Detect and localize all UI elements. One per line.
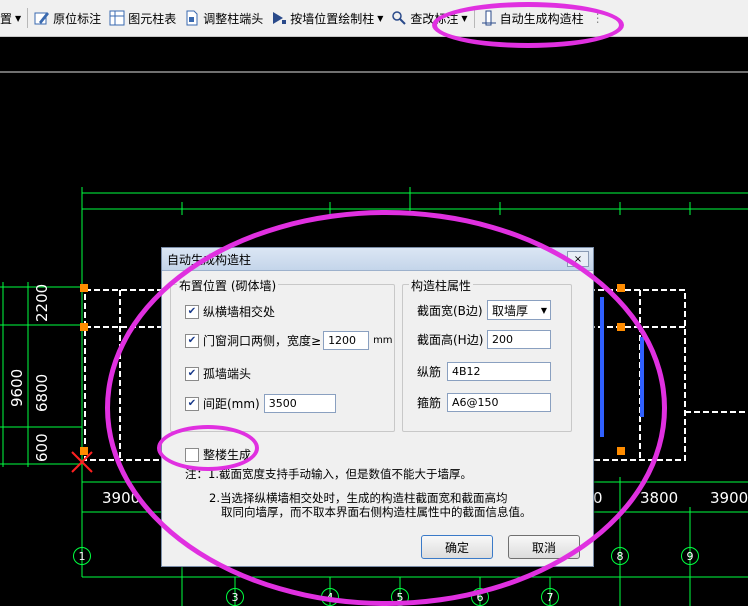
left-dim: 2200 bbox=[33, 283, 51, 322]
toolbar: 置 ▼ 原位标注 图元柱表 调整柱端头 按墙位置绘制柱 ▼ 查改标注 ▼ 自动生… bbox=[0, 0, 748, 37]
toolbar-item-label: 按墙位置绘制柱 bbox=[290, 11, 375, 26]
highlight-ellipse-dialog bbox=[105, 210, 667, 606]
left-dim: 600 bbox=[33, 433, 51, 462]
search-edit-icon bbox=[392, 11, 407, 25]
toolbar-item-adjust-column-end[interactable]: 调整柱端头 bbox=[180, 5, 267, 31]
toolbar-item-label: 调整柱端头 bbox=[203, 11, 264, 26]
left-dim: 6800 bbox=[33, 373, 51, 412]
axis-marker: 3 bbox=[226, 588, 244, 606]
toolbar-item-column-table[interactable]: 图元柱表 bbox=[105, 5, 180, 31]
adjust-icon bbox=[186, 10, 198, 26]
toolbar-item-settings[interactable]: 置 ▼ bbox=[0, 5, 25, 31]
toolbar-item-in-place-annotation[interactable]: 原位标注 bbox=[30, 5, 105, 31]
pencil-icon bbox=[34, 12, 50, 25]
toolbar-separator bbox=[27, 8, 29, 28]
axis-marker: 1 bbox=[73, 547, 91, 565]
bottom-dim: 3800 bbox=[640, 489, 679, 507]
bottom-dim: 3900 bbox=[710, 489, 748, 507]
highlight-ellipse-whole-building bbox=[157, 425, 259, 471]
wall-column-icon bbox=[273, 12, 287, 24]
axis-marker: 8 bbox=[611, 547, 629, 565]
chevron-down-icon: ▼ bbox=[377, 13, 384, 23]
axis-marker: 9 bbox=[681, 547, 699, 565]
highlight-ellipse-toolbar bbox=[432, 2, 624, 48]
toolbar-item-settings-label: 置 bbox=[0, 11, 13, 26]
toolbar-item-draw-column-by-wall[interactable]: 按墙位置绘制柱 ▼ bbox=[267, 5, 387, 31]
toolbar-item-label: 原位标注 bbox=[53, 11, 102, 26]
left-dim-total: 9600 bbox=[8, 368, 26, 407]
chevron-down-icon: ▼ bbox=[15, 13, 22, 23]
toolbar-item-label: 图元柱表 bbox=[128, 11, 177, 26]
table-icon bbox=[109, 10, 125, 26]
axis-marker: 7 bbox=[541, 588, 559, 606]
